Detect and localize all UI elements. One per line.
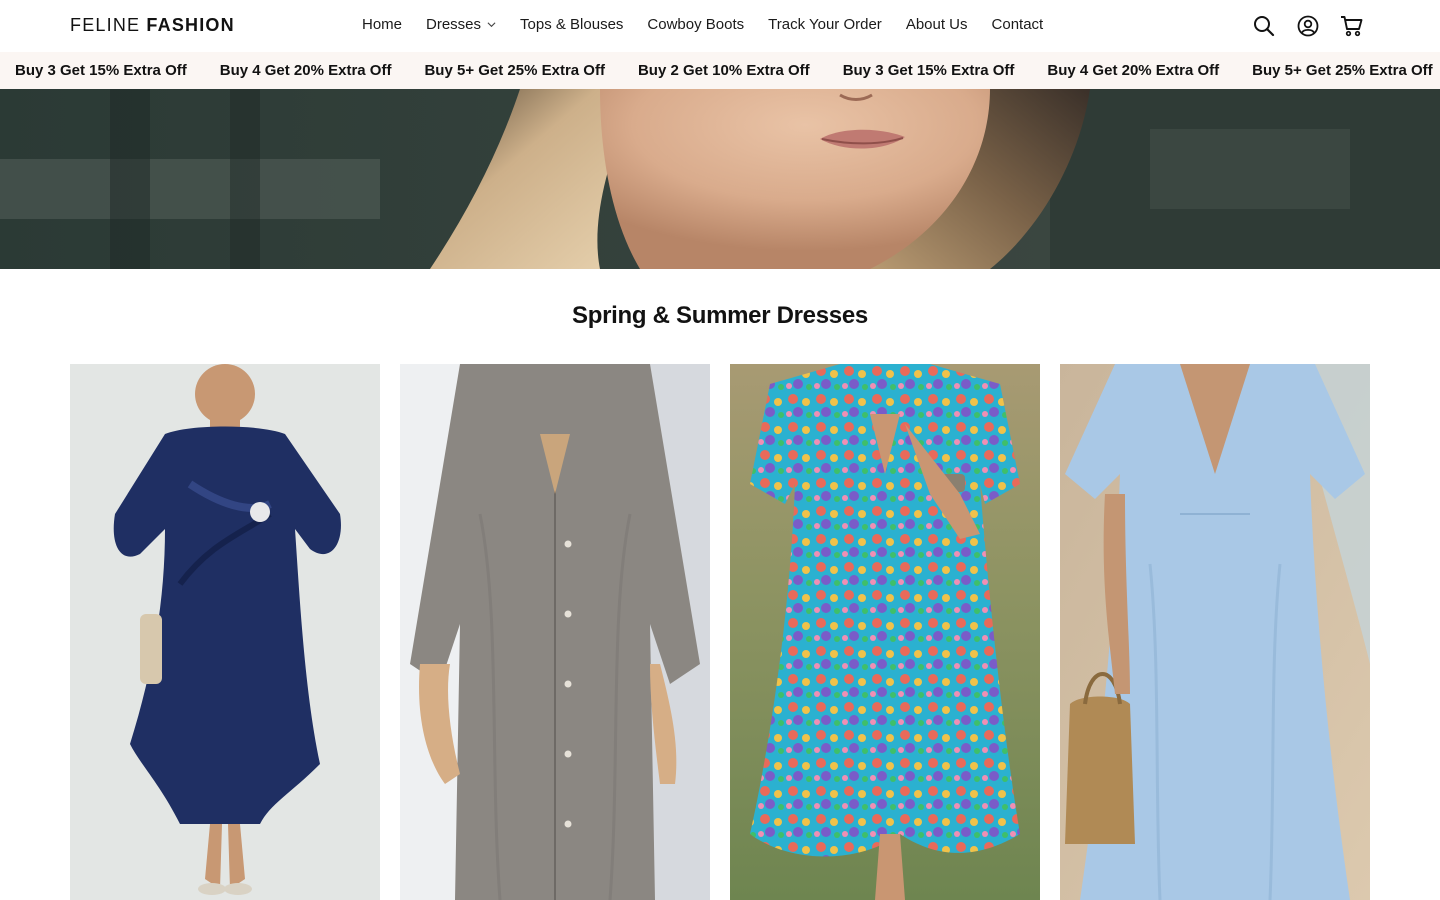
nav-track-order[interactable]: Track Your Order	[768, 16, 882, 33]
site-header: FELINE FASHION Home Dresses Tops & Blous…	[0, 0, 1440, 52]
promo-track: Buy 3 Get 15% Extra Off Buy 4 Get 20% Ex…	[15, 62, 1433, 79]
account-icon	[1297, 15, 1319, 37]
nav-about-label: About Us	[905, 16, 968, 33]
promo-item: Buy 5+ Get 25% Extra Off	[1252, 62, 1433, 79]
section-title: Spring & Summer Dresses	[572, 302, 868, 329]
nav-home-label: Home	[362, 16, 403, 33]
promo-item: Buy 3 Get 15% Extra Off	[842, 62, 1015, 79]
product-image	[400, 364, 710, 900]
hero-banner-image	[0, 89, 1440, 269]
nav-contact-label: Contact	[991, 16, 1044, 33]
chevron-down-icon	[487, 22, 496, 28]
cart-button[interactable]	[1340, 14, 1364, 38]
account-button[interactable]	[1296, 14, 1320, 38]
search-icon	[1254, 16, 1275, 37]
nav-cowboy-boots[interactable]: Cowboy Boots	[647, 16, 744, 33]
nav-contact[interactable]: Contact	[992, 16, 1044, 33]
product-card[interactable]	[1060, 364, 1370, 900]
promo-marquee: Buy 3 Get 15% Extra Off Buy 4 Get 20% Ex…	[0, 52, 1440, 89]
nav-boots-label: Cowboy Boots	[647, 16, 745, 33]
nav-tops-label: Tops & Blouses	[520, 16, 624, 33]
promo-item: Buy 3 Get 15% Extra Off	[15, 62, 187, 79]
product-image	[1060, 364, 1370, 900]
logo-text-bold: FASHION	[146, 15, 235, 35]
product-image	[70, 364, 380, 900]
nav-dresses-label: Dresses	[426, 16, 482, 33]
cart-icon	[1341, 16, 1363, 37]
product-image	[730, 364, 1040, 900]
nav-tops-blouses[interactable]: Tops & Blouses	[520, 16, 623, 33]
hero-portrait-graphic	[0, 89, 1440, 269]
nav-dresses[interactable]: Dresses	[426, 16, 496, 33]
promo-item: Buy 4 Get 20% Extra Off	[1047, 62, 1220, 79]
main-nav: Home Dresses Tops & Blouses Cowboy Boots…	[362, 16, 1043, 33]
nav-home[interactable]: Home	[362, 16, 402, 33]
nav-about-us[interactable]: About Us	[906, 16, 968, 33]
product-grid	[70, 364, 1370, 900]
promo-item: Buy 5+ Get 25% Extra Off	[424, 62, 605, 79]
nav-track-label: Track Your Order	[768, 16, 882, 33]
promo-item: Buy 2 Get 10% Extra Off	[637, 62, 810, 79]
promo-item: Buy 4 Get 20% Extra Off	[219, 62, 392, 79]
product-card[interactable]	[730, 364, 1040, 900]
header-actions	[1252, 14, 1364, 38]
product-card[interactable]	[70, 364, 380, 900]
site-logo[interactable]: FELINE FASHION	[70, 15, 235, 36]
search-button[interactable]	[1252, 14, 1276, 38]
product-card[interactable]	[400, 364, 710, 900]
logo-text-light: FELINE	[70, 15, 141, 35]
